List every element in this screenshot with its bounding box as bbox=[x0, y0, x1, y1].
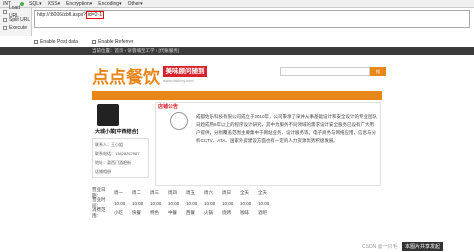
url-prefix: http:// bbox=[37, 12, 50, 18]
notice-title: 店铺公告 bbox=[158, 104, 179, 110]
search-input[interactable] bbox=[280, 67, 370, 76]
table-cell: 周日 bbox=[222, 190, 231, 195]
table-cell: 全天 bbox=[258, 190, 267, 195]
table-cell: 特色 bbox=[150, 210, 159, 215]
logo-badge: 美味顾问随到 bbox=[163, 66, 207, 77]
table-cell: 10:00 bbox=[168, 200, 180, 206]
execute-icon bbox=[3, 26, 7, 30]
post-data-checkbox[interactable]: Enable Post data bbox=[34, 39, 78, 45]
split-url-button[interactable]: Split URL bbox=[0, 16, 31, 24]
table-cell: 周三 bbox=[150, 190, 159, 195]
table-cell: 快餐 bbox=[132, 210, 141, 215]
url-host: :8006/zbfl.aspx? bbox=[49, 12, 86, 18]
main-nav-bar bbox=[92, 91, 382, 100]
table-cell: 10:00 bbox=[222, 200, 234, 206]
table-cell: 火锅 bbox=[204, 210, 213, 215]
tab-encryption[interactable]: Encryption▾ bbox=[63, 1, 95, 7]
shop-card: 大城小菜[中西结合] 联系人：王小姐 联系电话：13628267987 地址：渤… bbox=[92, 104, 149, 178]
tab-other[interactable]: Other▾ bbox=[125, 1, 146, 7]
shop-logo-image bbox=[97, 104, 119, 126]
checkbox-icon bbox=[92, 40, 97, 44]
table-cell: 咖啡 bbox=[240, 210, 249, 215]
table-cell: 周四 bbox=[168, 190, 177, 195]
shop-album-link[interactable]: 店铺相册 bbox=[95, 169, 111, 175]
table-row: 消费范围： 小吃 快餐 特色 中餐 西餐 火锅 烧烤 咖啡 酒吧 bbox=[92, 207, 382, 218]
table-cell: 小吃 bbox=[114, 210, 123, 215]
site-banner bbox=[0, 55, 474, 95]
notice-text: 成都佐乐科技有限公司成立于2010年，公司秉承了泉并从事基础设计和安全设计的专业… bbox=[196, 114, 378, 143]
url-param-highlight: id=2-1 bbox=[85, 11, 104, 19]
split-icon bbox=[3, 18, 7, 22]
table-row: 营业时间： 10:00 10:00 10:00 10:00 10:00 10:00 10:00… bbox=[92, 197, 382, 208]
search-button[interactable]: 搜 bbox=[370, 67, 386, 76]
table-cell: 周二 bbox=[132, 190, 141, 195]
referrer-label: Enable Referrer bbox=[98, 39, 134, 45]
shop-address: 地址：渤西门酒吧街 bbox=[95, 160, 131, 165]
table-cell: 10:00 bbox=[114, 200, 126, 206]
checkbox-icon bbox=[34, 40, 38, 44]
load-url-button[interactable]: Load URL bbox=[0, 5, 31, 19]
tab-xss[interactable]: XSS▾ bbox=[45, 1, 64, 7]
info-table: 营业日期： 周一 周二 周三 周四 周五 周六 周日 全天 全天 营业时间： 10:00 10:00 1… bbox=[92, 187, 382, 218]
logo-url: www.dddccy.com bbox=[163, 78, 194, 83]
table-cell: 西餐 bbox=[186, 210, 195, 215]
table-cell: 全天 bbox=[240, 190, 249, 195]
hackbar-toolbar: INT SQL▾ XSS▾ Encryption▾ Encoding▾ Othe… bbox=[0, 0, 474, 8]
table-cell: 10:00 bbox=[204, 200, 216, 206]
shop-name: 大城小菜[中西结合] bbox=[95, 129, 139, 135]
execute-button[interactable]: Execute bbox=[0, 24, 31, 32]
referrer-checkbox[interactable]: Enable Referrer bbox=[92, 39, 133, 45]
table-cell: 10:00 bbox=[150, 200, 162, 206]
url-input[interactable]: http://:8006/zbfl.aspx? id=2-1 bbox=[34, 10, 470, 28]
hackbar-sidebar: Load URL Split URL Execute bbox=[0, 5, 32, 36]
share-badge: 本图片共享发起 bbox=[402, 242, 444, 251]
table-cell: 10:00 bbox=[186, 200, 198, 206]
table-cell: 消费范围： bbox=[92, 207, 106, 218]
table-cell: 酒吧 bbox=[258, 210, 267, 215]
site-logo[interactable]: 点点餐饮 bbox=[92, 63, 160, 88]
post-data-label: Enable Post data bbox=[40, 39, 79, 45]
execute-label: Execute bbox=[9, 25, 28, 31]
breadcrumb: 当前位置：首页 › 诉蓉埔至工学 › [代账服务] bbox=[0, 47, 474, 55]
split-url-label: Split URL bbox=[9, 17, 31, 23]
table-row: 营业日期： 周一 周二 周三 周四 周五 周六 周日 全天 全天 bbox=[92, 187, 382, 198]
table-cell: 周六 bbox=[204, 190, 213, 195]
csdn-watermark: CSDN @一只毛 bbox=[362, 244, 398, 250]
hackbar-options: Enable Post data Enable Referrer bbox=[34, 38, 133, 46]
shop-phone: 联系电话：13628267987 bbox=[95, 151, 140, 156]
notice-icon bbox=[170, 112, 188, 130]
table-cell: 周五 bbox=[186, 190, 195, 195]
table-cell: 10:00 bbox=[240, 200, 252, 206]
table-cell: 烧烤 bbox=[222, 210, 231, 215]
table-cell: 周一 bbox=[114, 190, 123, 195]
table-cell: 10:00 bbox=[258, 200, 270, 206]
load-icon bbox=[3, 10, 7, 14]
table-cell: 10:00 bbox=[132, 200, 144, 206]
shop-contact: 联系人：王小姐 bbox=[95, 142, 123, 147]
table-cell: 中餐 bbox=[168, 210, 177, 215]
tab-encoding[interactable]: Encoding▾ bbox=[95, 1, 124, 7]
